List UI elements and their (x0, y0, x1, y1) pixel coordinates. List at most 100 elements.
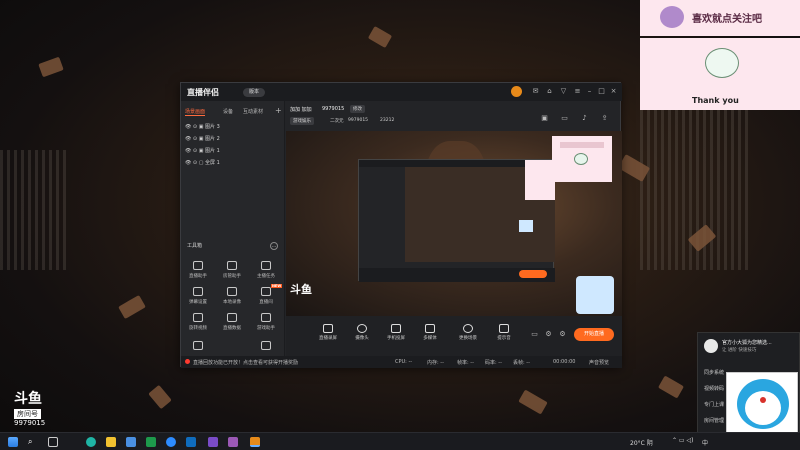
camera-button[interactable]: 摄像头 (348, 324, 376, 341)
search-icon[interactable]: ⌕ (28, 437, 38, 447)
excel-icon[interactable] (146, 437, 156, 447)
control-label: 提示音 (497, 336, 511, 341)
phone-icon (391, 324, 401, 333)
status-bar: 直播回放功能已开放！点击查看可获得开播奖励 CPU: -- 内存: -- 帧率:… (181, 356, 622, 368)
more-tools-icon[interactable]: … (270, 242, 278, 250)
heat-count: 23212 (380, 118, 395, 123)
record-icon[interactable]: ▭ (530, 330, 539, 339)
edit-tag[interactable]: 修改 (350, 105, 365, 113)
tool-label: 房管助手 (223, 274, 241, 279)
dex-icon[interactable] (228, 437, 238, 447)
tab-scenes[interactable]: 场景画面 (185, 108, 206, 116)
start-icon[interactable] (8, 437, 18, 447)
browser-icon[interactable] (166, 437, 176, 447)
left-panel: 场景画面 设备 互动素材 + 👁 ⊙ ▣ 图片 3 👁 ⊙ ▣ 图片 2 👁 ⊙… (181, 101, 285, 356)
shirt-icon[interactable]: ▽ (559, 87, 568, 96)
tool-label: 游戏助手 (257, 326, 275, 331)
follow-text: 喜欢就点关注吧 (692, 14, 762, 25)
play-icon (425, 324, 435, 333)
bitrate-stat: 码率: -- (485, 360, 502, 366)
tray-icons[interactable]: ⌃ ▭ ◁) (672, 437, 693, 444)
scene-item[interactable]: 👁 ⊙ ▣ 图片 2 (185, 135, 220, 142)
control-label: 摄像头 (355, 336, 369, 341)
stream-preview[interactable]: 斗鱼 (286, 131, 622, 316)
scene-label: 全屏 1 (205, 160, 220, 166)
gift-icon[interactable]: ⌂ (545, 87, 554, 96)
douyu-watermark: 斗鱼 房间号 9979015 (14, 388, 45, 427)
edge-icon[interactable] (86, 437, 96, 447)
scene-item[interactable]: 👁 ⊙ ▢ 全屏 1 (185, 159, 220, 166)
extra-icon (261, 341, 271, 350)
add-scene-button[interactable]: + (275, 106, 282, 115)
tool-extra[interactable] (183, 341, 213, 353)
version-badge[interactable]: 版本 (243, 88, 265, 97)
tool-danmaku[interactable]: 弹幕设置 (183, 287, 213, 305)
tool-game[interactable]: 游戏助手 (251, 313, 281, 331)
mail-icon[interactable] (186, 437, 196, 447)
sound-button[interactable]: 提示音 (490, 324, 518, 341)
mail-icon[interactable]: ✉ (531, 87, 540, 96)
room-number: 9979015 (348, 118, 369, 123)
taskview-icon[interactable] (48, 437, 58, 447)
settings-icon[interactable]: ⚙ (558, 330, 567, 339)
douyu-room-id: 9979015 (14, 419, 46, 427)
tool-admin[interactable]: 房管助手 (217, 261, 247, 279)
menu-icon[interactable]: ≡ (573, 87, 582, 96)
room-icon (261, 287, 271, 296)
douyu-room-label: 房间号 (14, 409, 41, 419)
control-label: 多媒体 (423, 336, 437, 341)
danmaku-icon (193, 287, 203, 296)
control-label: 手机投屏 (387, 336, 405, 341)
tool-record[interactable]: 本地录像 (217, 287, 247, 305)
tab-devices[interactable]: 设备 (223, 108, 233, 115)
speaker-icon (499, 324, 509, 333)
tool-data[interactable]: 直播数据 (217, 313, 247, 331)
scene-switch-button[interactable]: 更换场景 (454, 324, 482, 341)
mascot-avatar (660, 6, 684, 28)
popup-item[interactable]: 专门上课 (704, 401, 724, 408)
nested-preview (358, 159, 555, 282)
share-icon[interactable]: ⇪ (600, 114, 609, 123)
chat-icon[interactable]: ▭ (560, 114, 569, 123)
media-button[interactable]: 多媒体 (416, 324, 444, 341)
store-icon[interactable] (126, 437, 136, 447)
tool-task[interactable]: 主播任务 (251, 261, 281, 279)
windows-taskbar: ⌕ 20°C 阴 ⌃ ▭ ◁) 中 (0, 432, 800, 450)
tool-rotate[interactable]: 旋转视频 (183, 313, 213, 331)
screen-capture-button[interactable]: 直播录屏 (314, 324, 342, 341)
control-label: 直播录屏 (319, 336, 337, 341)
settings-icon[interactable] (208, 437, 218, 447)
tool-assistant[interactable]: 直播助手 (183, 261, 213, 279)
category-tag[interactable]: 游戏娱乐 (290, 117, 314, 125)
explorer-icon[interactable] (106, 437, 116, 447)
copy-icon[interactable]: ▣ (540, 114, 549, 123)
ime-indicator[interactable]: 中 (702, 438, 708, 447)
user-avatar[interactable] (511, 86, 522, 97)
overlay-banner (560, 142, 604, 148)
mascot-icon (705, 48, 739, 78)
thank-you-card: Thank you (640, 38, 800, 110)
maximize-icon[interactable]: □ (597, 87, 606, 96)
notice-text[interactable]: 直播回放功能已开放！点击查看可获得开播奖励 (193, 359, 298, 366)
tab-materials[interactable]: 互动素材 (243, 108, 263, 115)
bg-leaf (657, 375, 685, 399)
start-stream-button[interactable]: 开始直播 (574, 328, 614, 341)
weather-widget[interactable]: 20°C 阴 (630, 438, 653, 447)
popup-item[interactable]: 同步系统 (704, 369, 724, 376)
tool-room[interactable]: 直播间 NEW (251, 284, 283, 305)
close-icon[interactable]: × (609, 87, 618, 96)
scene-item[interactable]: 👁 ⊙ ▣ 图片 3 (185, 123, 220, 130)
gear-icon[interactable]: ⚙ (544, 330, 553, 339)
popup-item[interactable]: 房间管理 (704, 417, 724, 424)
stream-app-icon[interactable] (250, 437, 260, 447)
main-area: 加加 加加 9979015 修改 游戏娱乐 二次元 9979015 23212 … (286, 101, 622, 356)
tool-extra[interactable] (251, 341, 281, 353)
popup-item[interactable]: 视频转码 (704, 385, 724, 392)
minimize-icon[interactable]: – (585, 87, 594, 96)
scene-item[interactable]: 👁 ⊙ ▣ 图片 1 (185, 147, 220, 154)
phone-cast-button[interactable]: 手机投屏 (382, 324, 410, 341)
bell-icon[interactable]: ♪ (580, 114, 589, 123)
stream-time: 00:00:00 (553, 359, 576, 365)
popup-avatar (704, 339, 718, 353)
audio-preview[interactable]: 声音预览 (589, 359, 609, 366)
